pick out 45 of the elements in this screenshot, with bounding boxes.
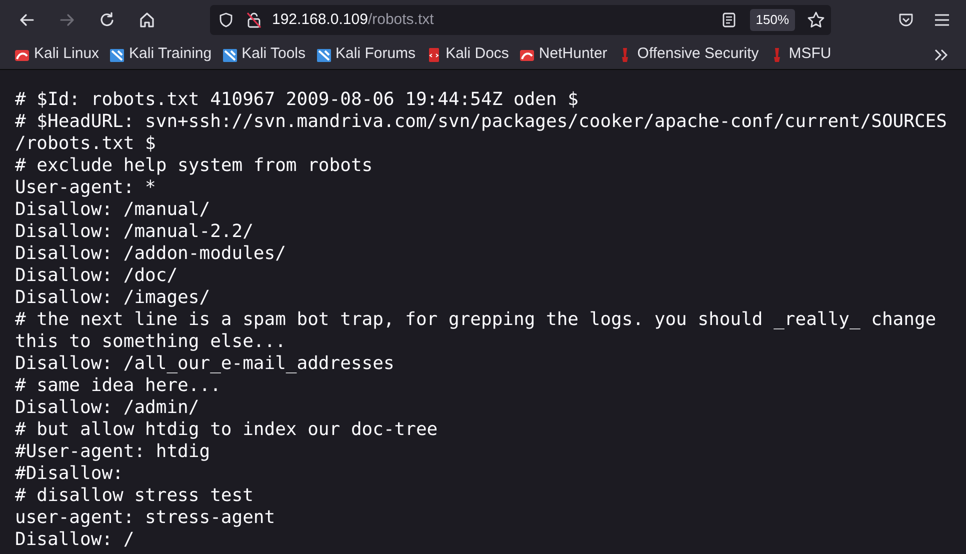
- reload-icon[interactable]: [98, 11, 116, 29]
- text-line: # $HeadURL: svn+ssh://svn.mandriva.com/svn/packages/cooker/apache-conf/current/SOURCES: [15, 111, 947, 133]
- bookmark[interactable]: NetHunter: [518, 43, 608, 66]
- text-line: Disallow: /doc/: [15, 265, 178, 287]
- bookmark[interactable]: MSFU: [768, 43, 832, 66]
- bookmark[interactable]: Kali Tools: [222, 43, 306, 66]
- text-line: # disallow stress test: [15, 485, 254, 507]
- lock-slash-icon[interactable]: [246, 11, 262, 29]
- text-line: # same idea here...: [15, 375, 221, 397]
- home-icon[interactable]: [138, 11, 156, 29]
- text-line: Disallow: /all_our_e-mail_addresses: [15, 353, 394, 375]
- text-line: #User-agent: htdig: [15, 441, 210, 463]
- text-line: # but allow htdig to index our doc-tree: [15, 419, 438, 441]
- tool-favicon-icon: [109, 46, 126, 62]
- star-icon[interactable]: [807, 11, 825, 29]
- bookmark[interactable]: Offensive Security: [617, 43, 759, 66]
- text-line: # exclude help system from robots: [15, 155, 373, 177]
- address-bar[interactable]: 192.168.0.109/robots.txt 150%: [210, 5, 831, 35]
- zoom-level-button[interactable]: 150%: [750, 9, 795, 31]
- text-line: this to something else...: [15, 331, 286, 353]
- text-line: /robots.txt $: [15, 133, 156, 155]
- text-line: User-agent: *: [15, 177, 156, 199]
- text-line: Disallow: /images/: [15, 287, 210, 309]
- bookmark[interactable]: Kali Training: [109, 43, 212, 66]
- text-line: # the next line is a spam bot trap, for grepping the logs. you should _really_ change: [15, 309, 936, 331]
- bookmark[interactable]: Kali Docs: [426, 43, 509, 66]
- text-line: #Disallow:: [15, 463, 124, 485]
- tool-favicon-icon: [222, 46, 238, 62]
- text-line: Disallow: /: [15, 529, 134, 551]
- text-line: user-agent: stress-agent: [15, 507, 276, 529]
- pocket-icon[interactable]: [898, 12, 914, 28]
- text-line: Disallow: /manual-2.2/: [15, 221, 254, 243]
- menu-icon[interactable]: [934, 13, 950, 27]
- reader-view-icon[interactable]: [722, 12, 736, 28]
- back-arrow-icon[interactable]: [18, 11, 36, 29]
- bookmark[interactable]: Kali Linux: [14, 43, 100, 66]
- shield-icon[interactable]: [218, 12, 234, 28]
- text-line: Disallow: /manual/: [15, 199, 210, 221]
- url-text[interactable]: 192.168.0.109/robots.txt: [272, 8, 434, 32]
- more-bookmarks-icon[interactable]: [934, 48, 948, 60]
- text-line: # $Id: robots.txt 410967 2009-08-06 19:44:54Z oden $: [15, 89, 579, 111]
- text-line: Disallow: /admin/: [15, 397, 200, 419]
- tool-favicon-icon: [316, 46, 332, 62]
- text-line: Disallow: /addon-modules/: [15, 243, 286, 265]
- bookmark[interactable]: Kali Forums: [316, 43, 416, 66]
